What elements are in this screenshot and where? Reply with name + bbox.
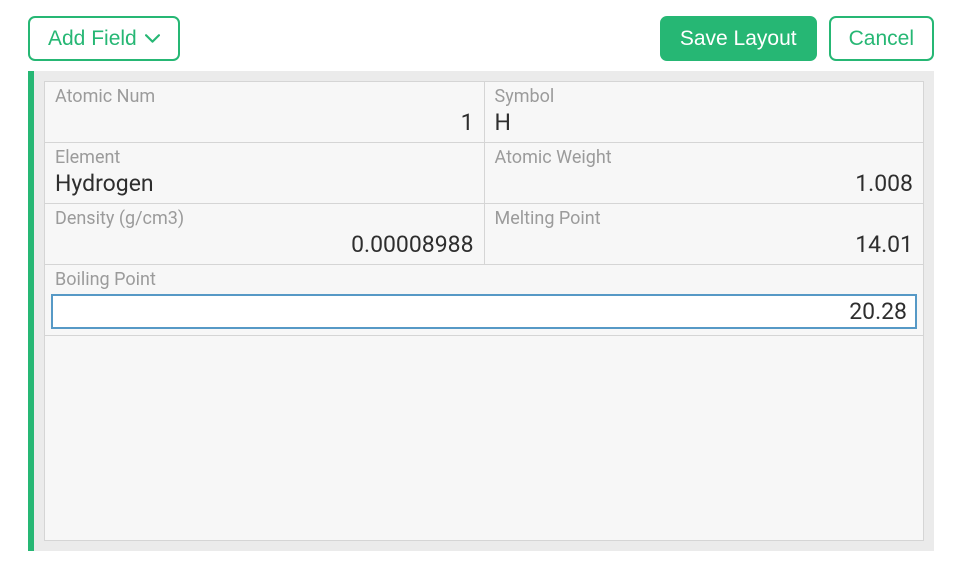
field-value: 1 xyxy=(55,109,474,136)
field-value: 1.008 xyxy=(495,170,914,197)
field-label: Melting Point xyxy=(495,208,914,229)
grid-empty-area[interactable] xyxy=(45,336,923,540)
toolbar: Add Field Save Layout Cancel xyxy=(28,16,934,61)
chevron-down-icon xyxy=(145,34,160,44)
field-grid: Atomic Num 1 Symbol H Element Hydrogen A… xyxy=(44,81,924,541)
field-label: Density (g/cm3) xyxy=(55,208,474,229)
field-label: Atomic Weight xyxy=(495,147,914,168)
field-value: H xyxy=(495,109,914,136)
field-melting-point[interactable]: Melting Point 14.01 xyxy=(485,204,924,264)
grid-row: Atomic Num 1 Symbol H xyxy=(45,82,923,143)
field-label: Symbol xyxy=(495,86,914,107)
field-value: Hydrogen xyxy=(55,170,474,197)
field-value: 14.01 xyxy=(495,231,914,258)
field-atomic-weight[interactable]: Atomic Weight 1.008 xyxy=(485,143,924,203)
field-atomic-num[interactable]: Atomic Num 1 xyxy=(45,82,485,142)
field-label: Element xyxy=(55,147,474,168)
add-field-button[interactable]: Add Field xyxy=(28,16,180,61)
field-boiling-point[interactable]: Boiling Point xyxy=(45,265,923,335)
layout-panel: Atomic Num 1 Symbol H Element Hydrogen A… xyxy=(28,71,934,551)
grid-row: Boiling Point xyxy=(45,265,923,336)
grid-row: Density (g/cm3) 0.00008988 Melting Point… xyxy=(45,204,923,265)
add-field-label: Add Field xyxy=(48,26,137,51)
field-value: 0.00008988 xyxy=(55,231,474,258)
selected-field-wrapper xyxy=(51,294,917,329)
field-density[interactable]: Density (g/cm3) 0.00008988 xyxy=(45,204,485,264)
cancel-button[interactable]: Cancel xyxy=(829,16,934,61)
save-layout-button[interactable]: Save Layout xyxy=(660,16,817,61)
field-label: Atomic Num xyxy=(55,86,474,107)
field-symbol[interactable]: Symbol H xyxy=(485,82,924,142)
grid-row: Element Hydrogen Atomic Weight 1.008 xyxy=(45,143,923,204)
boiling-point-input[interactable] xyxy=(51,294,917,329)
field-label: Boiling Point xyxy=(55,269,913,290)
field-element[interactable]: Element Hydrogen xyxy=(45,143,485,203)
